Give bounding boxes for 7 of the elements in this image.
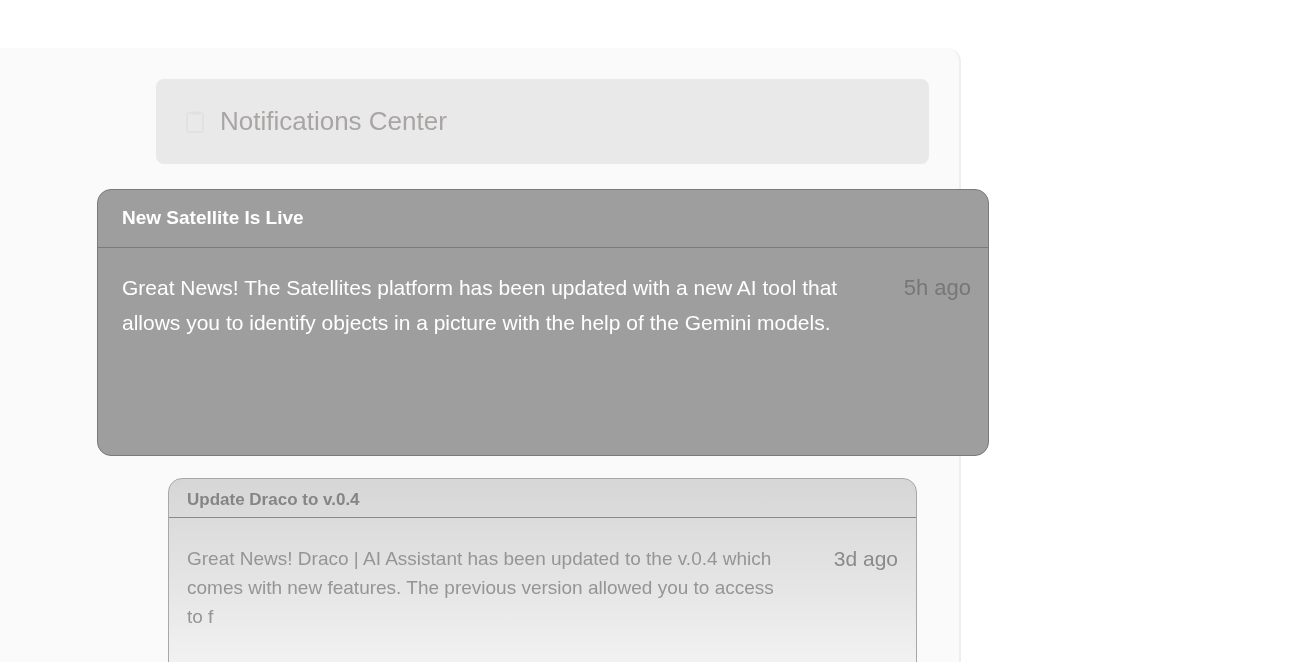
notification-message: Great News! The Satellites platform has been updated with a new AI tool that allows you to identify objects in a picture with the help of the Gemini models. <box>122 275 839 336</box>
notification-title: New Satellite Is Live <box>122 206 304 231</box>
notification-title: Update Draco to v.0.4 <box>187 489 360 512</box>
notification-card[interactable]: Update Draco to v.0.4 Great News! Draco | AI Assistant has been updated to the v.0.4 which comes with new features. The previous version allowed you to access to f 3d ago <box>168 478 917 662</box>
header-title: Notifications Center <box>220 105 447 138</box>
notification-message: Great News! Draco | AI Assistant has been updated to the v.0.4 which comes with new features. The previous version allowed you to access to f <box>187 547 775 629</box>
notification-time: 3d ago <box>833 546 898 572</box>
